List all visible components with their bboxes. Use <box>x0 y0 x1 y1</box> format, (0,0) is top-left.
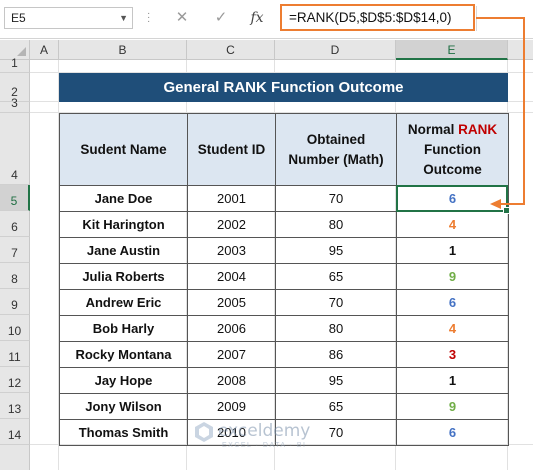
row-header-13[interactable]: 13 <box>0 393 30 419</box>
cell-student-name[interactable]: Andrew Eric <box>59 289 188 316</box>
cell-obtained-number[interactable]: 95 <box>275 367 397 394</box>
cell-rank-outcome[interactable]: 6 <box>396 419 509 446</box>
table-row: Jane Doe 2001 70 6 <box>59 185 509 212</box>
table-row: Kit Harington 2002 80 4 <box>59 211 509 238</box>
column-header-e[interactable]: E <box>396 40 508 60</box>
table-row: Bob Harly 2006 80 4 <box>59 315 509 342</box>
column-header-f[interactable] <box>508 40 533 60</box>
row-header-10[interactable]: 10 <box>0 315 30 341</box>
table-row: Rocky Montana 2007 86 3 <box>59 341 509 368</box>
cell-student-id[interactable]: 2001 <box>187 185 276 212</box>
header-student-id[interactable]: Student ID <box>187 113 276 186</box>
cell-rank-outcome[interactable]: 4 <box>396 211 509 238</box>
column-header-d[interactable]: D <box>275 40 396 60</box>
cell-rank-outcome[interactable]: 4 <box>396 315 509 342</box>
column-header-c[interactable]: C <box>187 40 275 60</box>
cancel-icon[interactable]: ✕ <box>172 8 192 28</box>
table-row: Jay Hope 2008 95 1 <box>59 367 509 394</box>
formula-text: =RANK(D5,$D$5:$D$14,0) <box>289 10 452 25</box>
cell-obtained-number[interactable]: 95 <box>275 237 397 264</box>
cell-obtained-number[interactable]: 80 <box>275 315 397 342</box>
cell-rank-outcome[interactable]: 9 <box>396 263 509 290</box>
rank-table: Sudent Name Student ID Obtained Number (… <box>59 113 509 446</box>
cell-rank-outcome[interactable]: 6 <box>396 289 509 316</box>
cell-student-name[interactable]: Bob Harly <box>59 315 188 342</box>
name-box-value: E5 <box>11 11 26 25</box>
cell-student-id[interactable]: 2002 <box>187 211 276 238</box>
cell-student-name[interactable]: Thomas Smith <box>59 419 188 446</box>
cell-rank-outcome[interactable]: 9 <box>396 393 509 420</box>
row-header-4[interactable]: 4 <box>0 113 30 185</box>
watermark: exceldemy EXCEL · DATA · BI <box>192 420 352 460</box>
cell-rank-outcome[interactable]: 1 <box>396 367 509 394</box>
enter-icon[interactable]: ✓ <box>211 8 231 28</box>
insert-function-icon[interactable]: fx <box>247 8 267 28</box>
cell-obtained-number[interactable]: 70 <box>275 289 397 316</box>
formula-input[interactable]: =RANK(D5,$D$5:$D$14,0) <box>280 4 475 31</box>
title-banner[interactable]: General RANK Function Outcome <box>59 73 508 102</box>
column-header-b[interactable]: B <box>59 40 187 60</box>
cell-obtained-number[interactable]: 65 <box>275 263 397 290</box>
header-rank-outcome[interactable]: Normal RANK Function Outcome <box>396 113 509 186</box>
table-row: Jony Wilson 2009 65 9 <box>59 393 509 420</box>
cell-student-name[interactable]: Jay Hope <box>59 367 188 394</box>
cell-student-name[interactable]: Jane Austin <box>59 237 188 264</box>
row-header-11[interactable]: 11 <box>0 341 30 367</box>
cell-student-id[interactable]: 2005 <box>187 289 276 316</box>
more-options-icon[interactable]: · · · <box>147 9 150 27</box>
cell-student-id[interactable]: 2009 <box>187 393 276 420</box>
cell-student-name[interactable]: Julia Roberts <box>59 263 188 290</box>
row-header-6[interactable]: 6 <box>0 211 30 237</box>
formula-bar: E5 ▼ · · · ✕ ✓ fx =RANK(D5,$D$5:$D$14,0) <box>0 0 533 39</box>
exceldemy-logo-icon <box>195 422 213 442</box>
cell-student-id[interactable]: 2006 <box>187 315 276 342</box>
column-header-a[interactable]: A <box>30 40 59 60</box>
cell-obtained-number[interactable]: 86 <box>275 341 397 368</box>
row-header-7[interactable]: 7 <box>0 237 30 263</box>
table-row: Andrew Eric 2005 70 6 <box>59 289 509 316</box>
header-obtained-number[interactable]: Obtained Number (Math) <box>275 113 397 186</box>
cell-rank-outcome[interactable]: 3 <box>396 341 509 368</box>
cell-student-name[interactable]: Jony Wilson <box>59 393 188 420</box>
cell-student-name[interactable]: Rocky Montana <box>59 341 188 368</box>
cell-student-name[interactable]: Jane Doe <box>59 185 188 212</box>
cell-student-id[interactable]: 2004 <box>187 263 276 290</box>
row-header-9[interactable]: 9 <box>0 289 30 315</box>
title-text: General RANK Function Outcome <box>163 79 404 96</box>
name-box[interactable]: E5 ▼ <box>4 7 133 29</box>
row-header-3[interactable]: 3 <box>0 96 30 113</box>
row-header-1[interactable]: 1 <box>0 56 30 73</box>
cell-student-id[interactable]: 2008 <box>187 367 276 394</box>
row-header-5[interactable]: 5 <box>0 185 30 211</box>
row-header-8[interactable]: 8 <box>0 263 30 289</box>
table-header-row: Sudent Name Student ID Obtained Number (… <box>59 113 509 186</box>
table-row: Julia Roberts 2004 65 9 <box>59 263 509 290</box>
cell-student-id[interactable]: 2007 <box>187 341 276 368</box>
table-row: Jane Austin 2003 95 1 <box>59 237 509 264</box>
row-header-12[interactable]: 12 <box>0 367 30 393</box>
watermark-tagline: EXCEL · DATA · BI <box>222 442 307 449</box>
cell-student-name[interactable]: Kit Harington <box>59 211 188 238</box>
cell-obtained-number[interactable]: 65 <box>275 393 397 420</box>
row-header-14[interactable]: 14 <box>0 419 30 445</box>
formula-bar-extension[interactable] <box>476 6 531 31</box>
row-header-15[interactable] <box>0 445 30 470</box>
cell-obtained-number[interactable]: 80 <box>275 211 397 238</box>
header-student-name[interactable]: Sudent Name <box>59 113 188 186</box>
cell-rank-outcome[interactable]: 6 <box>396 185 509 212</box>
cell-student-id[interactable]: 2003 <box>187 237 276 264</box>
cell-rank-outcome[interactable]: 1 <box>396 237 509 264</box>
chevron-down-icon[interactable]: ▼ <box>119 8 128 28</box>
watermark-brand: exceldemy <box>218 421 311 441</box>
cell-obtained-number[interactable]: 70 <box>275 185 397 212</box>
